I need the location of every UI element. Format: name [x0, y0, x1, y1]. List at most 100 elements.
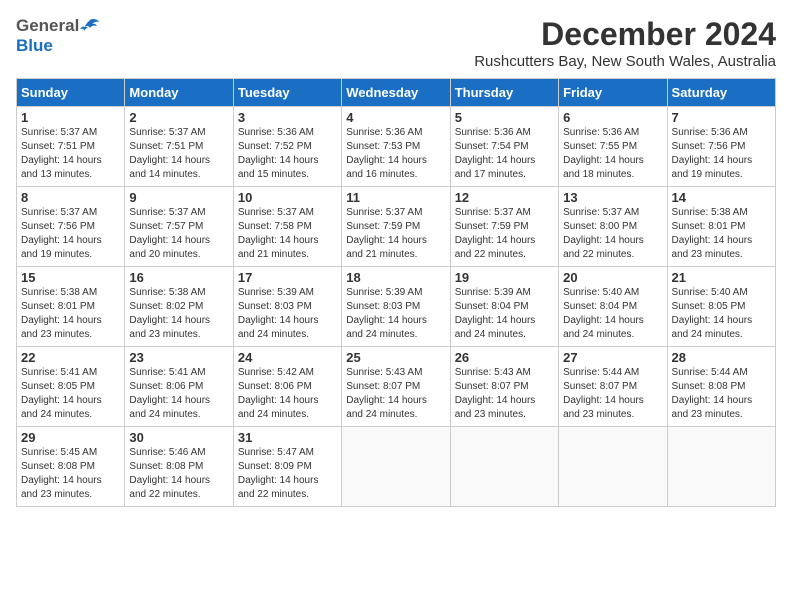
- day-number: 1: [21, 110, 120, 125]
- weekday-header-friday: Friday: [559, 79, 667, 107]
- day-info: Sunrise: 5:47 AM Sunset: 8:09 PM Dayligh…: [238, 446, 337, 502]
- calendar-day-empty: [342, 427, 450, 507]
- calendar-day-2: 2Sunrise: 5:37 AM Sunset: 7:51 PM Daylig…: [125, 107, 233, 187]
- calendar-table: SundayMondayTuesdayWednesdayThursdayFrid…: [16, 78, 776, 507]
- day-info: Sunrise: 5:40 AM Sunset: 8:05 PM Dayligh…: [672, 286, 771, 342]
- week-row-2: 8Sunrise: 5:37 AM Sunset: 7:56 PM Daylig…: [17, 187, 776, 267]
- day-info: Sunrise: 5:44 AM Sunset: 8:08 PM Dayligh…: [672, 366, 771, 422]
- weekday-header-tuesday: Tuesday: [233, 79, 341, 107]
- day-info: Sunrise: 5:37 AM Sunset: 7:59 PM Dayligh…: [455, 206, 554, 262]
- day-number: 14: [672, 190, 771, 205]
- day-info: Sunrise: 5:36 AM Sunset: 7:52 PM Dayligh…: [238, 126, 337, 182]
- calendar-day-29: 29Sunrise: 5:45 AM Sunset: 8:08 PM Dayli…: [17, 427, 125, 507]
- day-info: Sunrise: 5:44 AM Sunset: 8:07 PM Dayligh…: [563, 366, 662, 422]
- calendar-day-18: 18Sunrise: 5:39 AM Sunset: 8:03 PM Dayli…: [342, 267, 450, 347]
- logo-blue: Blue: [16, 36, 53, 56]
- calendar-day-19: 19Sunrise: 5:39 AM Sunset: 8:04 PM Dayli…: [450, 267, 558, 347]
- bird-icon: [80, 18, 100, 34]
- weekday-header-thursday: Thursday: [450, 79, 558, 107]
- day-info: Sunrise: 5:37 AM Sunset: 7:51 PM Dayligh…: [21, 126, 120, 182]
- day-number: 7: [672, 110, 771, 125]
- day-number: 10: [238, 190, 337, 205]
- title-area: December 2024 Rushcutters Bay, New South…: [474, 16, 776, 70]
- month-title: December 2024: [474, 16, 776, 53]
- day-number: 20: [563, 270, 662, 285]
- calendar-day-6: 6Sunrise: 5:36 AM Sunset: 7:55 PM Daylig…: [559, 107, 667, 187]
- day-info: Sunrise: 5:38 AM Sunset: 8:02 PM Dayligh…: [129, 286, 228, 342]
- day-number: 12: [455, 190, 554, 205]
- day-info: Sunrise: 5:39 AM Sunset: 8:04 PM Dayligh…: [455, 286, 554, 342]
- day-info: Sunrise: 5:36 AM Sunset: 7:55 PM Dayligh…: [563, 126, 662, 182]
- calendar-day-23: 23Sunrise: 5:41 AM Sunset: 8:06 PM Dayli…: [125, 347, 233, 427]
- calendar-day-26: 26Sunrise: 5:43 AM Sunset: 8:07 PM Dayli…: [450, 347, 558, 427]
- weekday-header-saturday: Saturday: [667, 79, 775, 107]
- calendar-day-empty: [667, 427, 775, 507]
- day-number: 28: [672, 350, 771, 365]
- week-row-1: 1Sunrise: 5:37 AM Sunset: 7:51 PM Daylig…: [17, 107, 776, 187]
- day-info: Sunrise: 5:41 AM Sunset: 8:06 PM Dayligh…: [129, 366, 228, 422]
- day-number: 2: [129, 110, 228, 125]
- day-info: Sunrise: 5:40 AM Sunset: 8:04 PM Dayligh…: [563, 286, 662, 342]
- calendar-day-30: 30Sunrise: 5:46 AM Sunset: 8:08 PM Dayli…: [125, 427, 233, 507]
- weekday-header-row: SundayMondayTuesdayWednesdayThursdayFrid…: [17, 79, 776, 107]
- day-info: Sunrise: 5:41 AM Sunset: 8:05 PM Dayligh…: [21, 366, 120, 422]
- day-info: Sunrise: 5:37 AM Sunset: 8:00 PM Dayligh…: [563, 206, 662, 262]
- day-number: 27: [563, 350, 662, 365]
- calendar-day-13: 13Sunrise: 5:37 AM Sunset: 8:00 PM Dayli…: [559, 187, 667, 267]
- day-info: Sunrise: 5:38 AM Sunset: 8:01 PM Dayligh…: [21, 286, 120, 342]
- day-number: 15: [21, 270, 120, 285]
- location-title: Rushcutters Bay, New South Wales, Austra…: [474, 53, 776, 70]
- calendar-day-3: 3Sunrise: 5:36 AM Sunset: 7:52 PM Daylig…: [233, 107, 341, 187]
- day-number: 5: [455, 110, 554, 125]
- day-number: 16: [129, 270, 228, 285]
- week-row-3: 15Sunrise: 5:38 AM Sunset: 8:01 PM Dayli…: [17, 267, 776, 347]
- weekday-header-wednesday: Wednesday: [342, 79, 450, 107]
- day-info: Sunrise: 5:39 AM Sunset: 8:03 PM Dayligh…: [238, 286, 337, 342]
- day-info: Sunrise: 5:42 AM Sunset: 8:06 PM Dayligh…: [238, 366, 337, 422]
- week-row-4: 22Sunrise: 5:41 AM Sunset: 8:05 PM Dayli…: [17, 347, 776, 427]
- weekday-header-sunday: Sunday: [17, 79, 125, 107]
- day-number: 3: [238, 110, 337, 125]
- day-number: 18: [346, 270, 445, 285]
- calendar-day-31: 31Sunrise: 5:47 AM Sunset: 8:09 PM Dayli…: [233, 427, 341, 507]
- day-number: 17: [238, 270, 337, 285]
- logo-general: General: [16, 16, 79, 36]
- calendar-day-28: 28Sunrise: 5:44 AM Sunset: 8:08 PM Dayli…: [667, 347, 775, 427]
- day-number: 24: [238, 350, 337, 365]
- day-number: 30: [129, 430, 228, 445]
- calendar-day-22: 22Sunrise: 5:41 AM Sunset: 8:05 PM Dayli…: [17, 347, 125, 427]
- day-info: Sunrise: 5:46 AM Sunset: 8:08 PM Dayligh…: [129, 446, 228, 502]
- day-number: 29: [21, 430, 120, 445]
- calendar-day-27: 27Sunrise: 5:44 AM Sunset: 8:07 PM Dayli…: [559, 347, 667, 427]
- calendar-day-empty: [450, 427, 558, 507]
- calendar-day-1: 1Sunrise: 5:37 AM Sunset: 7:51 PM Daylig…: [17, 107, 125, 187]
- day-info: Sunrise: 5:43 AM Sunset: 8:07 PM Dayligh…: [455, 366, 554, 422]
- calendar-day-5: 5Sunrise: 5:36 AM Sunset: 7:54 PM Daylig…: [450, 107, 558, 187]
- calendar-day-8: 8Sunrise: 5:37 AM Sunset: 7:56 PM Daylig…: [17, 187, 125, 267]
- day-info: Sunrise: 5:36 AM Sunset: 7:54 PM Dayligh…: [455, 126, 554, 182]
- calendar-day-21: 21Sunrise: 5:40 AM Sunset: 8:05 PM Dayli…: [667, 267, 775, 347]
- day-number: 4: [346, 110, 445, 125]
- day-info: Sunrise: 5:37 AM Sunset: 7:51 PM Dayligh…: [129, 126, 228, 182]
- day-info: Sunrise: 5:37 AM Sunset: 7:57 PM Dayligh…: [129, 206, 228, 262]
- day-number: 19: [455, 270, 554, 285]
- day-number: 13: [563, 190, 662, 205]
- calendar-day-10: 10Sunrise: 5:37 AM Sunset: 7:58 PM Dayli…: [233, 187, 341, 267]
- day-number: 22: [21, 350, 120, 365]
- calendar-day-16: 16Sunrise: 5:38 AM Sunset: 8:02 PM Dayli…: [125, 267, 233, 347]
- day-number: 8: [21, 190, 120, 205]
- day-number: 25: [346, 350, 445, 365]
- calendar-day-11: 11Sunrise: 5:37 AM Sunset: 7:59 PM Dayli…: [342, 187, 450, 267]
- calendar-day-empty: [559, 427, 667, 507]
- week-row-5: 29Sunrise: 5:45 AM Sunset: 8:08 PM Dayli…: [17, 427, 776, 507]
- day-info: Sunrise: 5:37 AM Sunset: 7:58 PM Dayligh…: [238, 206, 337, 262]
- day-info: Sunrise: 5:36 AM Sunset: 7:56 PM Dayligh…: [672, 126, 771, 182]
- day-info: Sunrise: 5:45 AM Sunset: 8:08 PM Dayligh…: [21, 446, 120, 502]
- day-number: 31: [238, 430, 337, 445]
- logo: General Blue: [16, 16, 100, 56]
- day-info: Sunrise: 5:36 AM Sunset: 7:53 PM Dayligh…: [346, 126, 445, 182]
- header: General Blue December 2024 Rushcutters B…: [16, 16, 776, 70]
- day-info: Sunrise: 5:38 AM Sunset: 8:01 PM Dayligh…: [672, 206, 771, 262]
- calendar-day-20: 20Sunrise: 5:40 AM Sunset: 8:04 PM Dayli…: [559, 267, 667, 347]
- calendar-day-9: 9Sunrise: 5:37 AM Sunset: 7:57 PM Daylig…: [125, 187, 233, 267]
